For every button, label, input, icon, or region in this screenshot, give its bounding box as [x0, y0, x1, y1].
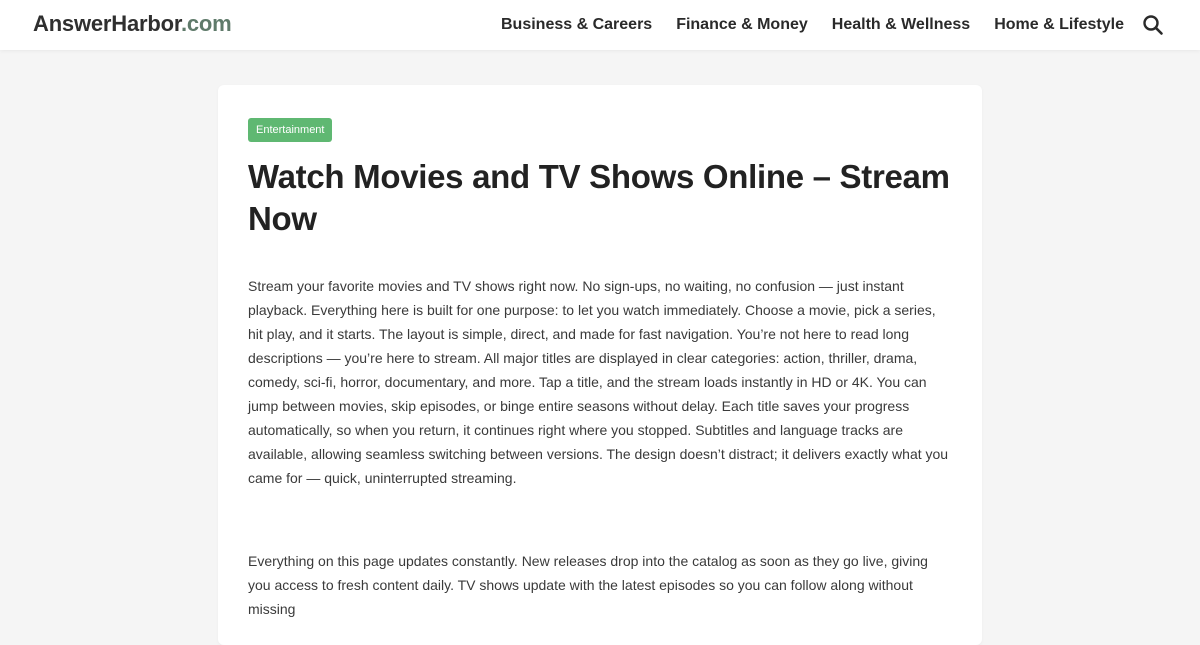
nav-business-careers[interactable]: Business & Careers [501, 16, 652, 34]
nav-finance-money[interactable]: Finance & Money [676, 16, 808, 34]
site-logo[interactable]: AnswerHarbor.com [33, 11, 232, 37]
main-nav: Business & Careers Finance & Money Healt… [501, 0, 1124, 50]
article-paragraph: Stream your favorite movies and TV shows… [248, 278, 949, 486]
category-badge[interactable]: Entertainment [248, 118, 333, 142]
logo-name: AnswerHarbor [33, 11, 181, 36]
article-card: Entertainment Watch Movies and TV Shows … [218, 85, 982, 645]
site-header: AnswerHarbor.com Business & Careers Fina… [0, 0, 1200, 50]
logo-domain: .com [180, 11, 232, 36]
article-title: Watch Movies and TV Shows Online – Strea… [248, 158, 950, 237]
search-icon[interactable] [1142, 14, 1164, 36]
nav-home-lifestyle[interactable]: Home & Lifestyle [994, 16, 1124, 34]
article-paragraph: Everything on this page updates constant… [248, 553, 928, 617]
nav-health-wellness[interactable]: Health & Wellness [832, 16, 970, 34]
